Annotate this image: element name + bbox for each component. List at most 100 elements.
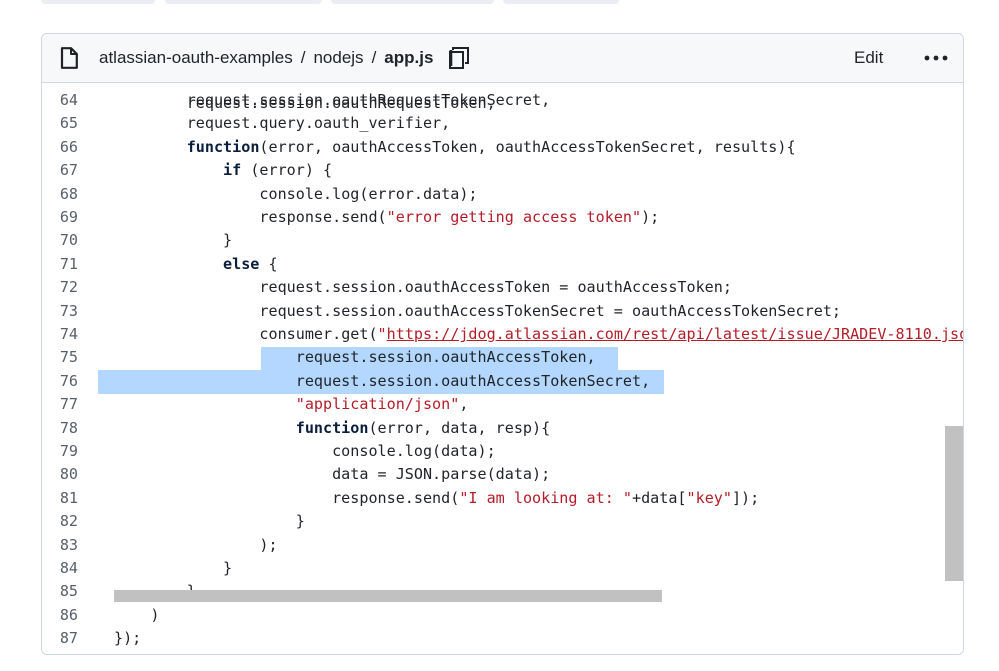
code-line: 78 function(error, data, resp){ — [42, 417, 963, 440]
line-number[interactable]: 65 — [42, 112, 78, 135]
code-line: 70 } — [42, 229, 963, 252]
code-line: 74 consumer.get("https://jdog.atlassian.… — [42, 323, 963, 346]
code-token: consumer.get( — [259, 325, 378, 343]
code-text: ); — [114, 534, 278, 557]
line-number[interactable]: 84 — [42, 557, 78, 580]
line-number[interactable]: 72 — [42, 276, 78, 299]
code-text: request.session.oauthAccessTokenSecret =… — [114, 300, 841, 323]
line-number[interactable]: 78 — [42, 417, 78, 440]
code-token: request.session.oauthAccessTokenSecret, — [295, 371, 651, 390]
code-line: 67 if (error) { — [42, 159, 963, 182]
code-line: 82 } — [42, 510, 963, 533]
code-token: { — [259, 254, 278, 273]
code-line: 79 console.log(data); — [42, 440, 963, 463]
code-text: ) — [114, 604, 159, 627]
vertical-scrollbar-thumb[interactable] — [945, 426, 963, 581]
top-tab[interactable] — [503, 0, 619, 4]
code-text: } — [114, 510, 305, 533]
code-text: } — [114, 229, 232, 252]
code-text: if (error) { — [114, 159, 332, 182]
code-token: } — [295, 512, 305, 531]
line-number[interactable]: 87 — [42, 627, 78, 650]
code-token: response.send( — [332, 488, 460, 507]
line-number[interactable]: 76 — [42, 370, 78, 393]
code-token: } — [223, 559, 233, 577]
code-text: request.session.oauthAccessToken = oauth… — [114, 276, 732, 299]
line-number[interactable]: 68 — [42, 183, 78, 206]
code-line: 75 request.session.oauthAccessToken, — [42, 346, 963, 369]
copy-icon — [449, 47, 469, 69]
file-header: atlassian-oauth-examples / nodejs / app.… — [42, 34, 963, 83]
line-number[interactable]: 74 — [42, 323, 78, 346]
line-number[interactable]: 67 — [42, 159, 78, 182]
code-line: 80 data = JSON.parse(data); — [42, 463, 963, 486]
line-number[interactable]: 75 — [42, 346, 78, 369]
code-line: 71 else { — [42, 253, 963, 276]
code-token: response.send( — [259, 208, 387, 226]
edit-button[interactable]: Edit — [854, 47, 883, 69]
breadcrumb-folder-link[interactable]: nodejs — [313, 48, 363, 68]
horizontal-scrollbar-thumb[interactable] — [114, 590, 662, 602]
code-line: 83 ); — [42, 534, 963, 557]
code-token: (error, oauthAccessToken, oauthAccessTok… — [259, 137, 796, 156]
line-number[interactable]: 73 — [42, 300, 78, 323]
code-keyword: function — [295, 418, 369, 437]
line-number[interactable]: 86 — [42, 604, 78, 627]
line-number[interactable]: 79 — [42, 440, 78, 463]
code-keyword: if — [223, 161, 242, 180]
code-token: console.log(data); — [332, 442, 496, 460]
line-number[interactable]: 69 — [42, 206, 78, 229]
top-tab[interactable] — [41, 0, 155, 4]
breadcrumb-repo-link[interactable]: atlassian-oauth-examples — [99, 48, 293, 68]
file-icon — [60, 47, 78, 69]
code-area[interactable]: request.session.oauthRequestToken, 64 re… — [42, 83, 963, 654]
code-string: "key" — [686, 488, 732, 507]
line-number[interactable]: 77 — [42, 393, 78, 416]
line-number[interactable]: 64 — [42, 89, 78, 112]
top-tab[interactable] — [165, 0, 322, 4]
code-text: request.session.oauthAccessTokenSecret, — [114, 370, 650, 393]
top-tab[interactable] — [331, 0, 494, 4]
line-number[interactable]: 70 — [42, 229, 78, 252]
code-line: 72 request.session.oauthAccessToken = oa… — [42, 276, 963, 299]
line-number[interactable]: 82 — [42, 510, 78, 533]
code-token: ) — [150, 605, 160, 624]
code-text: console.log(error.data); — [114, 183, 478, 206]
code-text: function(error, data, resp){ — [114, 417, 550, 440]
code-token: (error) { — [241, 161, 333, 180]
code-line: 73 request.session.oauthAccessTokenSecre… — [42, 300, 963, 323]
copy-path-button[interactable] — [448, 46, 470, 70]
line-number[interactable]: 80 — [42, 463, 78, 486]
code-token: }); — [114, 629, 142, 648]
code-string: "error getting access token" — [386, 208, 642, 226]
code-text: console.log(data); — [114, 440, 496, 463]
line-number[interactable]: 81 — [42, 487, 78, 510]
code-url-link[interactable]: https://jdog.atlassian.com/rest/api/late… — [387, 325, 963, 343]
line-number[interactable]: 85 — [42, 580, 78, 603]
code-token: request.session.oauthAccessToken, — [295, 348, 596, 367]
line-number[interactable]: 66 — [42, 136, 78, 159]
code-token: , — [459, 395, 469, 414]
code-string: " — [377, 325, 387, 343]
code-token: console.log(error.data); — [259, 184, 478, 203]
code-text: } — [114, 557, 232, 580]
code-token: ); — [259, 535, 278, 554]
code-token: } — [223, 231, 233, 250]
more-options-button[interactable] — [924, 48, 948, 68]
code-token: request.session.oauthAccessTokenSecret =… — [259, 301, 841, 320]
line-number[interactable]: 71 — [42, 253, 78, 276]
line-number[interactable]: 83 — [42, 534, 78, 557]
code-line: 68 console.log(error.data); — [42, 183, 963, 206]
